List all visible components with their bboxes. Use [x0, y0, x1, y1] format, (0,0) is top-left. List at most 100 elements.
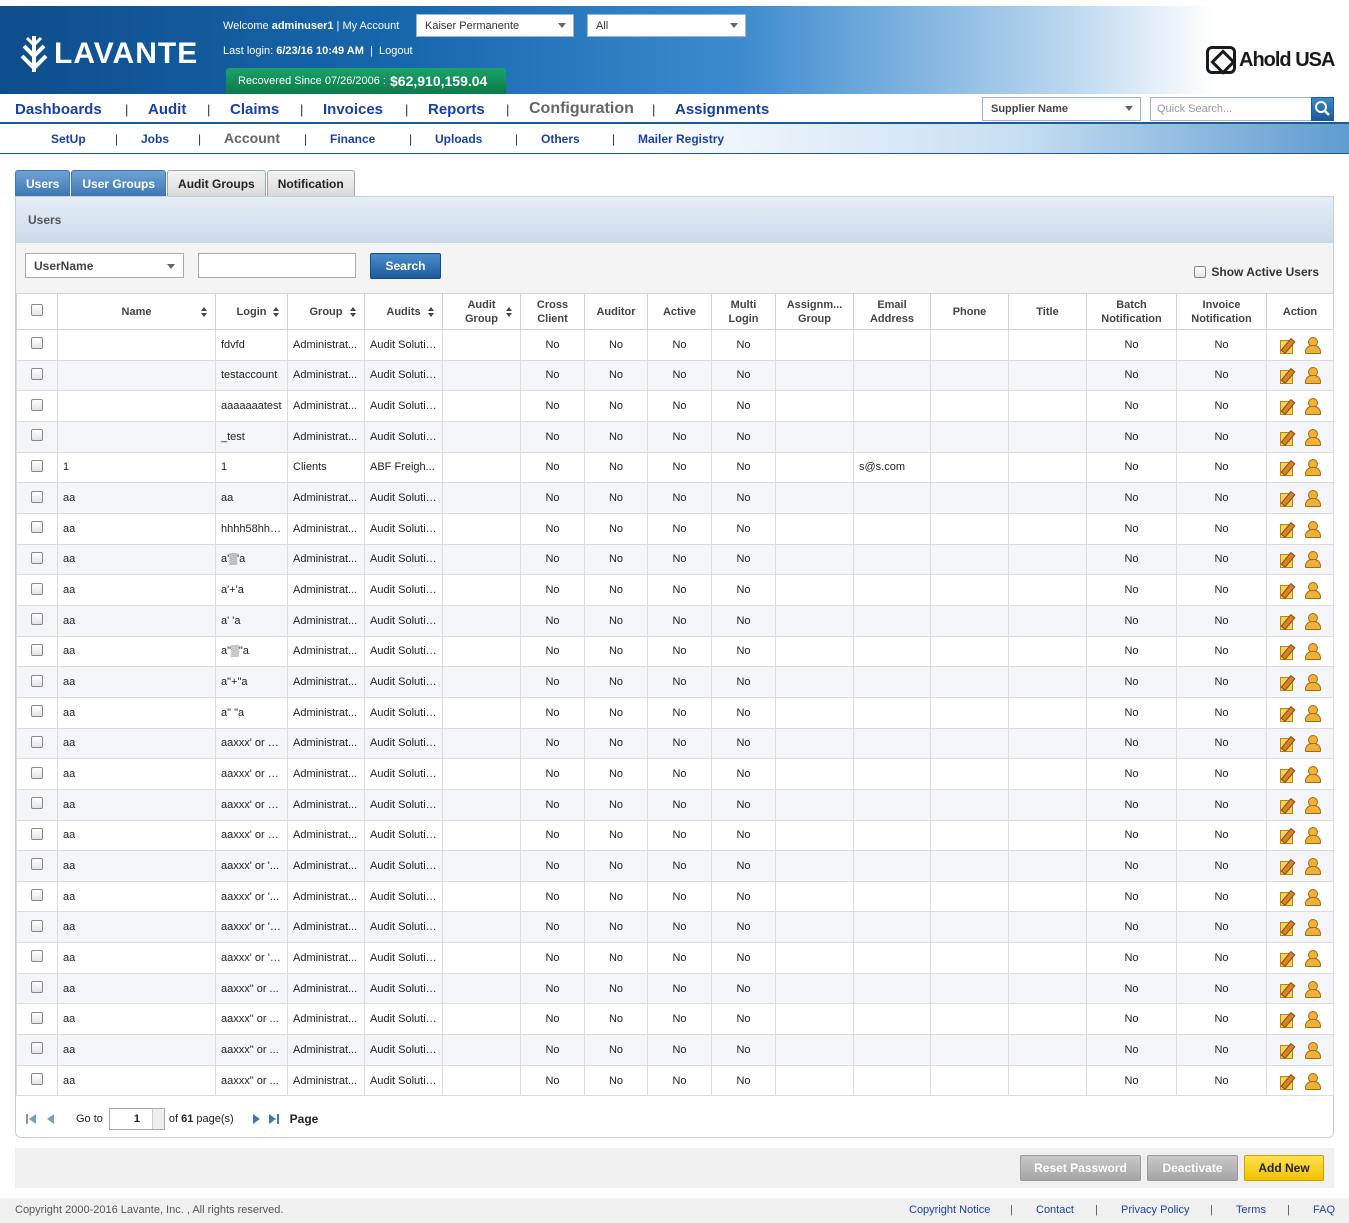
table-row[interactable]: aa aaxxx" or ... Administrat... Audit Solut… — [16, 1034, 1334, 1066]
user-key-icon[interactable] — [1304, 765, 1322, 784]
edit-icon[interactable] — [1279, 735, 1295, 753]
footer-link-terms[interactable]: Terms — [1236, 1204, 1266, 1216]
row-checkbox[interactable] — [31, 827, 43, 840]
quick-search-input[interactable]: Quick Search... — [1150, 97, 1312, 121]
quick-search-button[interactable] — [1311, 97, 1334, 121]
table-row[interactable]: aaaaaaatest Administrat... Audit Solution N… — [16, 390, 1334, 422]
edit-icon[interactable] — [1279, 766, 1295, 784]
edit-icon[interactable] — [1279, 705, 1295, 722]
user-key-icon[interactable] — [1304, 366, 1322, 385]
col-login[interactable]: Login — [215, 293, 288, 330]
footer-link-contact[interactable]: Contact — [1036, 1204, 1074, 1216]
scope-select[interactable]: All — [587, 14, 746, 37]
row-checkbox[interactable] — [31, 858, 43, 871]
edit-icon[interactable] — [1279, 1073, 1295, 1090]
edit-icon[interactable] — [1279, 858, 1295, 875]
row-checkbox[interactable] — [31, 735, 43, 748]
user-key-icon[interactable] — [1304, 642, 1322, 661]
user-key-icon[interactable] — [1304, 1010, 1322, 1029]
edit-icon[interactable] — [1279, 643, 1295, 661]
edit-icon[interactable] — [1279, 919, 1295, 937]
subnav-account[interactable]: Account — [224, 130, 280, 146]
show-active-users[interactable]: Show Active Users — [1194, 265, 1319, 279]
table-row[interactable]: aa a" "a Administrat... Audit Solution No No N… — [16, 696, 1334, 729]
row-checkbox[interactable] — [31, 889, 43, 902]
nav-dashboards[interactable]: Dashboards — [15, 101, 102, 118]
filter-field-select[interactable]: UserName — [25, 253, 184, 278]
page-number-input[interactable]: 1 — [108, 1108, 165, 1130]
user-key-icon[interactable] — [1304, 857, 1322, 875]
tab-users[interactable]: Users — [15, 170, 71, 196]
table-row[interactable]: 1 1 Clients ABF Freigh... No No No No s@s.com No N… — [16, 451, 1334, 484]
row-checkbox[interactable] — [31, 490, 43, 503]
table-row[interactable]: aa a'▒'a Administrat... Audit Solution No No N… — [16, 543, 1334, 576]
edit-icon[interactable] — [1279, 797, 1295, 814]
table-row[interactable]: aa aaxxx' or 7... Administrat... Audit Solu… — [16, 758, 1334, 790]
row-checkbox[interactable] — [31, 1073, 43, 1086]
nav-audit[interactable]: Audit — [148, 101, 186, 118]
table-row[interactable]: aa aaxxx" or ... Administrat... Audit Solut… — [16, 1064, 1334, 1097]
row-checkbox[interactable] — [31, 1011, 43, 1024]
user-key-icon[interactable] — [1304, 550, 1322, 569]
user-key-icon[interactable] — [1304, 980, 1322, 998]
user-key-icon[interactable] — [1304, 1041, 1322, 1059]
table-row[interactable]: aa aaxxx' or 't'... Administrat... Audit So… — [16, 942, 1334, 974]
row-checkbox[interactable] — [31, 705, 43, 718]
table-row[interactable]: aa a"+"a Administrat... Audit Solution No No N… — [16, 666, 1334, 698]
user-key-icon[interactable] — [1304, 428, 1322, 446]
user-key-icon[interactable] — [1304, 734, 1322, 753]
row-checkbox[interactable] — [31, 1042, 43, 1055]
prev-page-icon[interactable] — [44, 1112, 58, 1126]
next-page-icon[interactable] — [250, 1112, 264, 1126]
col-audits[interactable]: Audits — [364, 293, 443, 330]
row-checkbox[interactable] — [31, 981, 43, 994]
table-row[interactable]: aa a"▒"a Administrat... Audit Solution No No N… — [16, 635, 1334, 668]
table-row[interactable]: aa a'+'a Administrat... Audit Solution No No N… — [16, 574, 1334, 606]
table-row[interactable]: aa a' 'a Administrat... Audit Solution No No N… — [16, 604, 1334, 637]
edit-icon[interactable] — [1279, 459, 1295, 477]
table-row[interactable]: fdvfd Administrat... Audit Solution No No No N… — [16, 329, 1334, 361]
footer-link-copyright[interactable]: Copyright Notice — [909, 1204, 990, 1216]
row-checkbox[interactable] — [31, 429, 43, 442]
edit-icon[interactable] — [1279, 521, 1295, 538]
edit-icon[interactable] — [1279, 582, 1295, 600]
table-row[interactable]: aa aaxxx" or ... Administrat... Audit Solut… — [16, 972, 1334, 1005]
sort-icon[interactable] — [506, 307, 513, 318]
table-row[interactable]: aa aaxxx' or 8... Administrat... Audit Solu… — [16, 727, 1334, 760]
user-key-icon[interactable] — [1304, 826, 1322, 845]
row-checkbox[interactable] — [31, 950, 43, 963]
user-key-icon[interactable] — [1304, 796, 1322, 814]
filter-value-input[interactable] — [198, 253, 356, 278]
nav-reports[interactable]: Reports — [428, 101, 485, 118]
user-key-icon[interactable] — [1304, 888, 1322, 906]
user-key-icon[interactable] — [1304, 520, 1322, 538]
user-key-icon[interactable] — [1304, 489, 1322, 508]
row-checkbox[interactable] — [31, 551, 43, 564]
row-checkbox[interactable] — [31, 643, 43, 656]
row-checkbox[interactable] — [31, 613, 43, 626]
subnav-jobs[interactable]: Jobs — [141, 132, 169, 146]
edit-icon[interactable] — [1279, 367, 1295, 385]
user-key-icon[interactable] — [1304, 336, 1322, 354]
col-audit-group[interactable]: Audit Group — [442, 293, 521, 330]
table-row[interactable]: aa aaxxx" or ... Administrat... Audit Solut… — [16, 1003, 1334, 1036]
nav-invoices[interactable]: Invoices — [323, 101, 383, 118]
last-page-icon[interactable] — [266, 1112, 280, 1126]
footer-link-privacy[interactable]: Privacy Policy — [1121, 1204, 1189, 1216]
tab-audit-groups[interactable]: Audit Groups — [167, 170, 266, 196]
table-row[interactable]: aa aaxxx' or 7... Administrat... Audit Solu… — [16, 788, 1334, 821]
my-account-link[interactable]: | My Account — [337, 20, 400, 32]
table-row[interactable]: aa aaxxx' or '... Administrat... Audit Solu… — [16, 850, 1334, 882]
table-row[interactable]: testaccount Administrat... Audit Solution N… — [16, 359, 1334, 392]
edit-icon[interactable] — [1279, 337, 1295, 354]
user-key-icon[interactable] — [1304, 1072, 1322, 1090]
user-key-icon[interactable] — [1304, 458, 1322, 477]
tab-notification[interactable]: Notification — [266, 170, 355, 196]
nav-assignments[interactable]: Assignments — [675, 101, 769, 118]
edit-icon[interactable] — [1279, 827, 1295, 845]
edit-icon[interactable] — [1279, 674, 1295, 692]
subnav-finance[interactable]: Finance — [330, 132, 375, 146]
show-active-checkbox[interactable] — [1194, 266, 1207, 278]
sort-icon[interactable] — [273, 307, 280, 318]
row-checkbox[interactable] — [31, 919, 43, 932]
